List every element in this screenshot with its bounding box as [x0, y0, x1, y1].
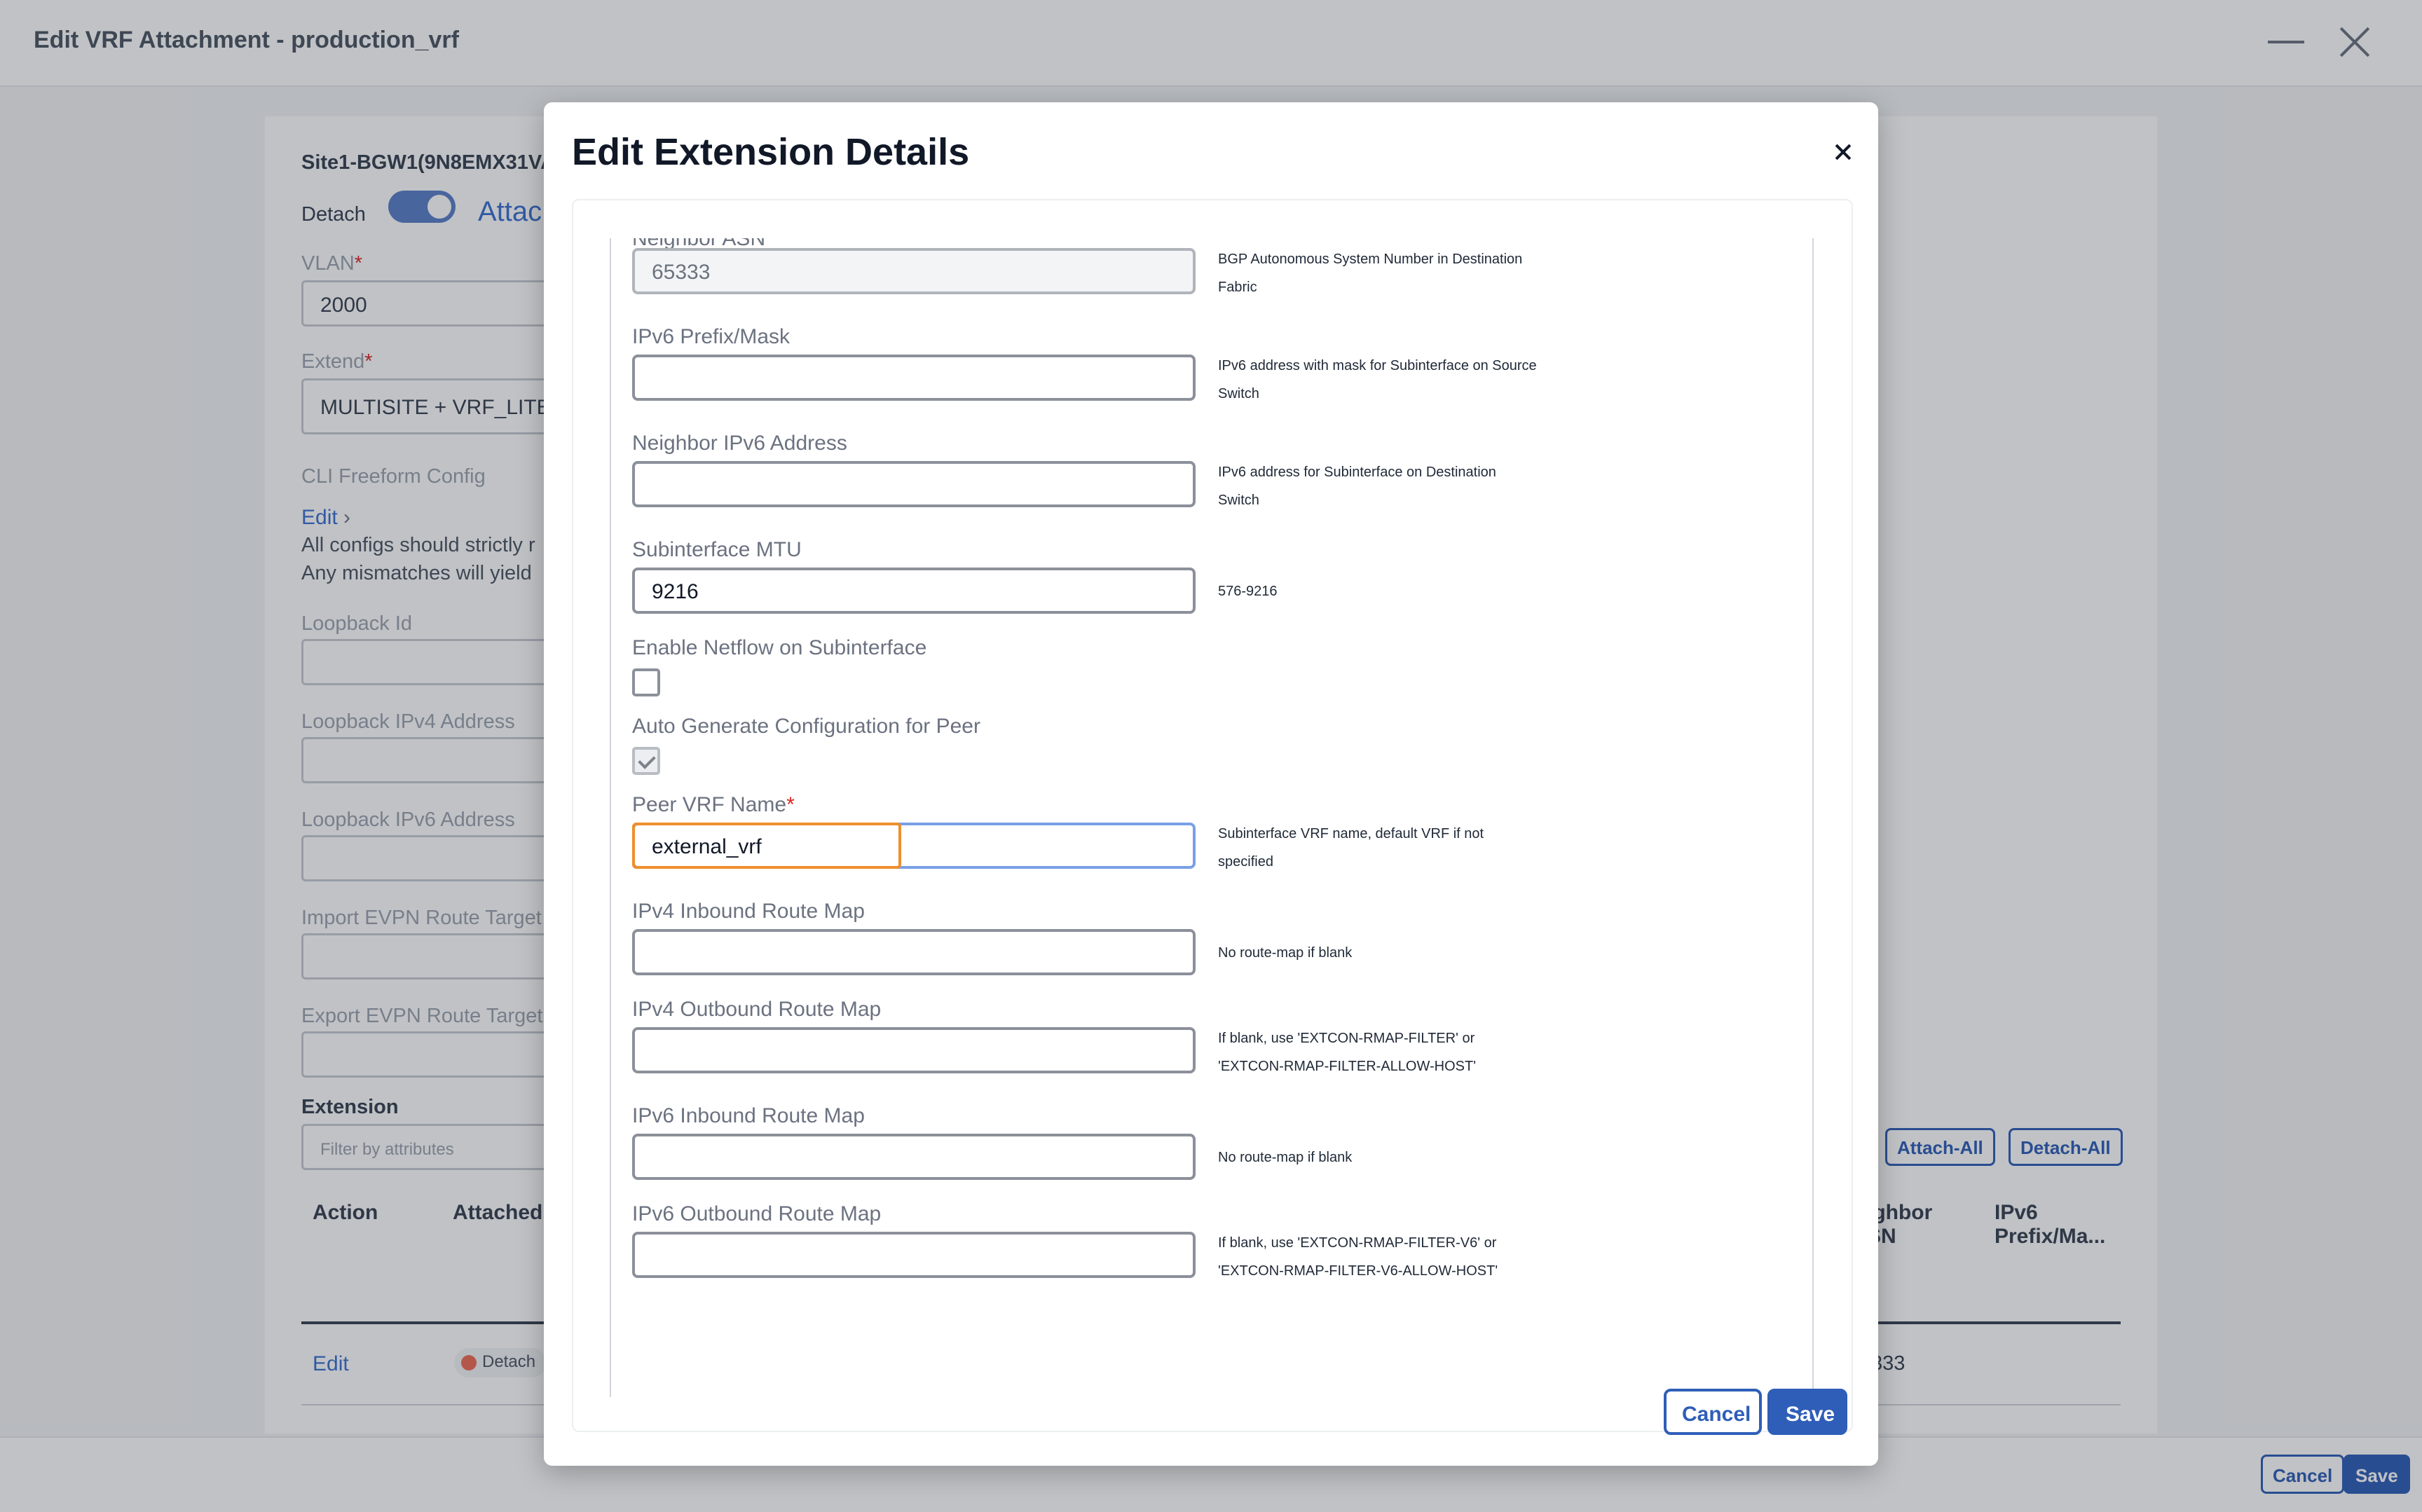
ipv6-outbound-help: If blank, use 'EXTCON-RMAP-FILTER-V6' or… [1218, 1235, 1498, 1279]
enable-netflow-checkbox[interactable] [632, 668, 660, 696]
enable-netflow-label: Enable Netflow on Subinterface [632, 636, 927, 659]
neighbor-ipv6-input[interactable] [632, 461, 1196, 507]
neighbor-asn-input: 65333 [632, 248, 1196, 294]
ipv6-prefix-input[interactable] [632, 355, 1196, 401]
ipv4-inbound-help: No route-map if blank [1218, 945, 1353, 961]
ipv6-inbound-input[interactable] [632, 1134, 1196, 1180]
ipv6-inbound-help: No route-map if blank [1218, 1150, 1353, 1165]
ipv6-prefix-help: IPv6 address with mask for Subinterface … [1218, 358, 1537, 401]
ipv6-inbound-label: IPv6 Inbound Route Map [632, 1104, 865, 1127]
ipv4-inbound-label: IPv4 Inbound Route Map [632, 900, 865, 923]
form-scroll-area[interactable]: Neighbor ASN 65333 BGP Autonomous System… [610, 238, 1814, 1397]
ipv6-prefix-label: IPv6 Prefix/Mask [632, 325, 791, 348]
subinterface-mtu-help: 576-9216 [1218, 584, 1278, 599]
neighbor-ipv6-help: IPv6 address for Subinterface on Destina… [1218, 465, 1496, 508]
peer-vrf-help: Subinterface VRF name, default VRF if no… [1218, 826, 1484, 870]
subinterface-mtu-label: Subinterface MTU [632, 538, 802, 561]
auto-generate-label: Auto Generate Configuration for Peer [632, 715, 980, 738]
ipv6-outbound-input[interactable] [632, 1232, 1196, 1278]
ipv4-outbound-input[interactable] [632, 1027, 1196, 1073]
ipv4-outbound-label: IPv4 Outbound Route Map [632, 998, 882, 1021]
edit-extension-dialog: Edit Extension Details Neighbor ASN 6533… [544, 102, 1878, 1466]
cancel-button[interactable]: Cancel [1664, 1389, 1762, 1435]
ipv4-inbound-input[interactable] [632, 929, 1196, 975]
peer-vrf-label: Peer VRF Name* [632, 793, 795, 816]
dialog-title: Edit Extension Details [572, 131, 970, 173]
neighbor-asn-help: BGP Autonomous System Number in Destinat… [1218, 252, 1523, 295]
neighbor-ipv6-label: Neighbor IPv6 Address [632, 432, 847, 455]
peer-vrf-input[interactable]: external_vrf [632, 823, 1196, 869]
auto-generate-checkbox [632, 747, 660, 775]
close-icon[interactable] [1832, 142, 1853, 163]
ipv4-outbound-help: If blank, use 'EXTCON-RMAP-FILTER' or 'E… [1218, 1031, 1477, 1074]
ipv6-outbound-label: IPv6 Outbound Route Map [632, 1202, 882, 1225]
save-button[interactable]: Save [1767, 1389, 1847, 1435]
subinterface-mtu-input[interactable]: 9216 [632, 568, 1196, 614]
